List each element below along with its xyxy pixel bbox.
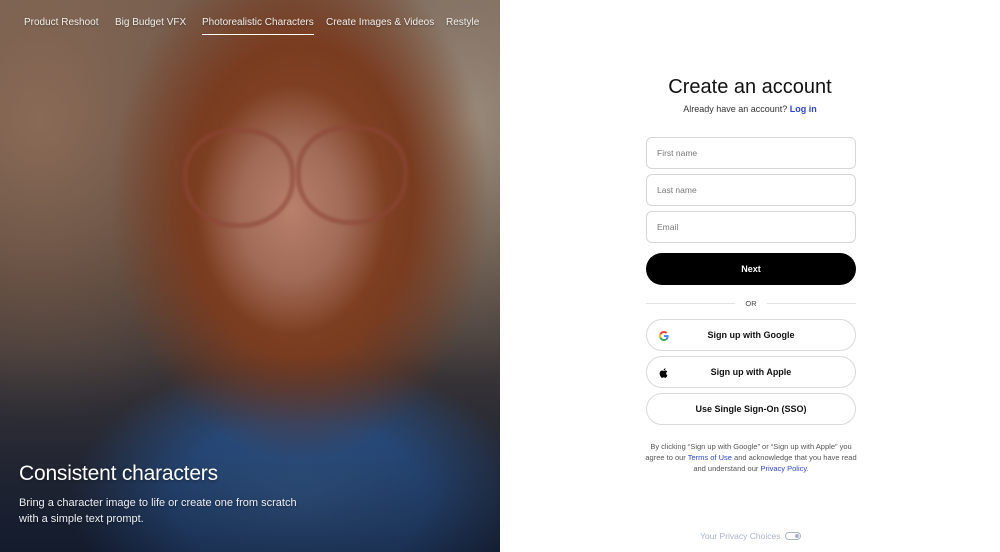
page-title: Create an account (668, 76, 832, 98)
hero-title: Consistent characters (19, 462, 218, 485)
google-signup-label: Sign up with Google (707, 330, 795, 340)
nav-item-restyle[interactable]: Restyle (446, 17, 479, 28)
or-label: OR (745, 298, 757, 308)
or-divider: OR (646, 297, 856, 309)
hero-photo-detail (296, 125, 408, 225)
google-signup-button[interactable]: Sign up with Google (646, 319, 856, 351)
legal-notice: By clicking “Sign up with Google” or “Si… (640, 441, 862, 474)
login-link[interactable]: Log in (790, 104, 817, 114)
signup-page: Product Reshoot Big Budget VFX Photoreal… (0, 0, 1000, 552)
divider-line (646, 302, 736, 304)
divider-line (766, 302, 856, 304)
nav-item-photorealistic-characters[interactable]: Photorealistic Characters (202, 17, 314, 35)
apple-icon (658, 367, 669, 378)
nav-item-create-images-videos[interactable]: Create Images & Videos (326, 17, 434, 28)
hero-subtitle: Bring a character image to life or creat… (19, 497, 297, 525)
google-icon (658, 330, 669, 341)
first-name-field[interactable] (646, 137, 856, 169)
privacy-choices-link[interactable]: Your Privacy Choices (700, 531, 802, 541)
hero-photo-detail (183, 128, 295, 228)
signup-form-panel: Create an account Already have an accoun… (500, 0, 1000, 552)
apple-signup-label: Sign up with Apple (710, 367, 792, 377)
email-field[interactable] (646, 211, 856, 243)
privacy-choices-label: Your Privacy Choices (700, 531, 781, 541)
sso-label: Use Single Sign-On (SSO) (695, 404, 807, 414)
next-button[interactable]: Next (646, 253, 856, 285)
apple-signup-button[interactable]: Sign up with Apple (646, 356, 856, 388)
terms-of-use-link[interactable]: Terms of Use (688, 453, 732, 462)
login-prompt: Already have an account? Log in (500, 104, 1000, 114)
last-name-field[interactable] (646, 174, 856, 206)
sso-button[interactable]: Use Single Sign-On (SSO) (646, 393, 856, 425)
legal-text: . (806, 464, 809, 473)
hero-panel: Product Reshoot Big Budget VFX Photoreal… (0, 0, 500, 552)
nav-item-big-budget-vfx[interactable]: Big Budget VFX (115, 17, 186, 28)
nav-item-product-reshoot[interactable]: Product Reshoot (24, 17, 99, 28)
privacy-policy-link[interactable]: Privacy Policy (760, 464, 806, 473)
login-prompt-text: Already have an account? (683, 104, 788, 114)
privacy-toggle-icon (785, 532, 802, 540)
hero-caption: Consistent characters Bring a character … (19, 462, 339, 527)
